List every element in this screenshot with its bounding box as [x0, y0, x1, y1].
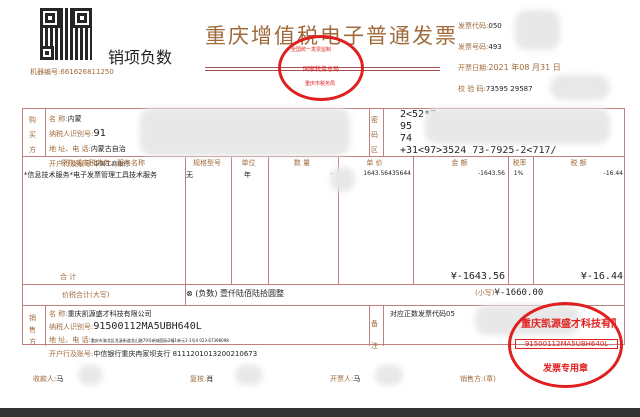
invoice-no-label: 发票号码:	[458, 43, 489, 51]
item-tax: -16.44	[603, 170, 623, 177]
redaction	[140, 108, 350, 156]
col-header-unit: 单位	[241, 159, 256, 167]
redaction	[78, 365, 103, 385]
check-code-label: 校 验 码:	[458, 85, 486, 93]
item-name: *信息技术服务*电子发票管理工具技术服务	[24, 171, 157, 179]
col-header-qty: 数 量	[293, 159, 311, 167]
buyer-address-label: 地 址、电 话:	[49, 145, 91, 153]
machine-no-label: 机器编号:	[30, 68, 61, 76]
reviewer-label: 复核:	[190, 375, 207, 383]
tax-bureau-stamp: 全国统一发票监制 国家税务总局 重庆市税务局	[278, 35, 364, 101]
buyer-name-label: 名 称:	[49, 115, 68, 123]
check-code: 73595 29587	[485, 85, 533, 93]
seller-address: 重庆市渝北区龙溪街道龙山路70号新城国际2幢1单元1-1号4 023-67398…	[90, 338, 229, 343]
grand-total-label: 价税合计(大写)	[62, 291, 110, 299]
seller-name-label: 名 称:	[49, 310, 68, 318]
redaction	[375, 365, 403, 385]
seller-invoice-stamp: 重庆凯源盛才科技有限公司 91500112MA5UBH640L 发票专用章	[508, 302, 623, 388]
col-header-spec: 规格型号	[193, 159, 221, 167]
negative-label: 销项负数	[108, 48, 173, 67]
seller-name: 重庆凯源盛才科技有限公司	[67, 310, 152, 318]
redaction	[550, 75, 610, 100]
item-rate: 1%	[513, 170, 524, 177]
seller-bank-label: 开户行及账号:	[49, 350, 94, 358]
col-header-tax: 税 额	[570, 159, 587, 167]
machine-no: 661626811250	[60, 68, 114, 76]
reviewer-name: 肖	[206, 375, 214, 383]
payee-name: 马	[56, 375, 64, 383]
cipher-section-label: 密码区	[371, 116, 378, 154]
total-tax: ¥-16.44	[580, 271, 623, 282]
grand-total-small-label: (小写)	[475, 289, 495, 297]
col-header-amount: 金 额	[451, 159, 468, 167]
date-label: 开票日期:	[458, 64, 489, 72]
grand-total-words: (负数) 壹仟陆佰陆拾圆整	[195, 289, 285, 298]
invoice-date: 2021 年08 月31 日	[488, 63, 561, 72]
seller-tax-id-label: 纳税人识别号:	[49, 323, 94, 331]
buyer-section-label: 购买方	[29, 116, 36, 154]
negative-mark-icon: ⊗	[186, 289, 193, 298]
col-header-price: 单 价	[366, 159, 383, 167]
stamp-text: 全国统一发票监制	[291, 47, 332, 53]
stamp-text: 国家税务总局	[303, 66, 340, 73]
stamp-tax-id: 91500112MA5UBH640L	[515, 339, 618, 349]
payee-label: 收款人:	[33, 375, 57, 383]
col-header-rate: 税率	[512, 159, 527, 167]
redaction	[235, 365, 263, 385]
cipher-line: +31<97>3524 73-7925-2<717/	[400, 145, 557, 156]
stamp-text: 重庆市税务局	[305, 81, 336, 87]
item-qty: -	[267, 170, 333, 178]
buyer-name: 内蒙	[67, 115, 82, 123]
remark-section-label: 备注	[371, 320, 378, 350]
item-unit: 年	[244, 171, 251, 179]
buyer-tax-id-label: 纳税人识别号:	[49, 130, 94, 138]
total-amount: ¥-1643.56	[450, 271, 505, 282]
seller-seal-label: 销售方:(章)	[460, 375, 496, 383]
grand-total-small: ¥-1660.00	[494, 288, 544, 298]
redaction	[425, 108, 610, 144]
seller-section-label: 销售方	[29, 314, 36, 346]
buyer-tax-id: 91	[93, 128, 107, 139]
drawer-label: 开票人:	[330, 375, 354, 383]
redaction	[330, 167, 355, 192]
invoice-code-label: 发票代码:	[458, 22, 489, 30]
seller-address-label: 地 址、电 话:	[49, 336, 91, 344]
stamp-company: 重庆凯源盛才科技有限公司	[521, 319, 616, 330]
seller-tax-id: 91500112MA5UBH640L	[93, 321, 202, 332]
stamp-text: 发票专用章	[542, 364, 588, 374]
item-spec: 无	[186, 171, 193, 179]
drawer-name: 马	[353, 375, 361, 383]
redaction	[515, 10, 560, 50]
seller-bank: 中信银行重庆冉家坝支行 8111201013200210673	[93, 350, 258, 358]
invoice-no: 493	[488, 43, 502, 51]
qr-code	[40, 8, 92, 60]
bottom-bar	[0, 408, 640, 417]
invoice-code: 050	[488, 22, 502, 30]
col-header-name: 货物或应税劳务、服务名称	[61, 159, 145, 167]
item-amount: -1643.56	[478, 170, 505, 177]
total-label: 合 计	[60, 273, 77, 281]
remark-text: 对应正数发票代码05	[390, 310, 455, 318]
buyer-address: 内蒙古自治	[90, 145, 126, 153]
